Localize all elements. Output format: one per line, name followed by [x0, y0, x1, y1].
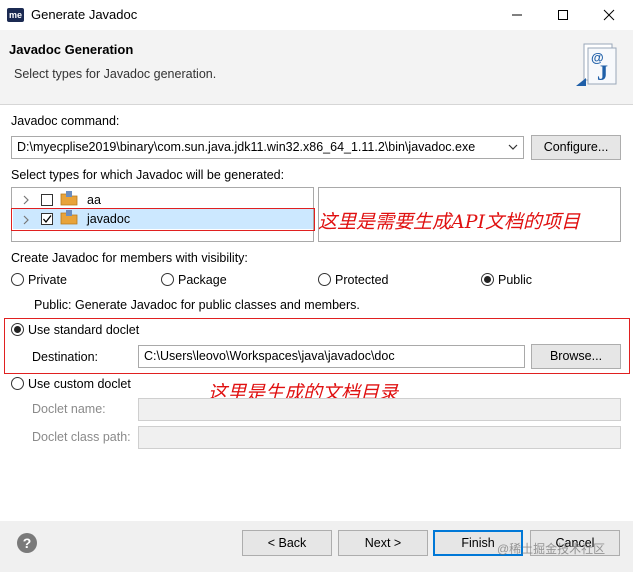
- visibility-description: Public: Generate Javadoc for public clas…: [34, 298, 360, 312]
- doclet-name-input[interactable]: [138, 398, 621, 421]
- annotation-project: 这里是需要生成API文档的项目: [318, 211, 581, 233]
- page-title: Javadoc Generation: [9, 42, 134, 57]
- radio-private[interactable]: [11, 273, 24, 286]
- highlight-box-project: [11, 208, 315, 231]
- radio-standard-doclet[interactable]: [11, 323, 24, 336]
- minimize-icon: [512, 14, 522, 16]
- wizard-header: Javadoc Generation Select types for Java…: [0, 30, 633, 105]
- configure-button[interactable]: Configure...: [531, 135, 621, 160]
- minimize-button[interactable]: [494, 0, 540, 30]
- javadoc-command-select[interactable]: D:\myecplise2019\binary\com.sun.java.jdk…: [11, 136, 524, 159]
- tree-item-aa[interactable]: aa: [87, 193, 101, 207]
- radio-protected[interactable]: [318, 273, 331, 286]
- next-button[interactable]: Next >: [338, 530, 428, 556]
- doclet-class-path-input[interactable]: [138, 426, 621, 449]
- help-icon[interactable]: ?: [16, 532, 38, 554]
- chevron-down-icon: [508, 144, 518, 150]
- doclet-class-path-label: Doclet class path:: [32, 430, 131, 444]
- title-bar: me Generate Javadoc: [0, 0, 633, 30]
- checkbox-aa[interactable]: [41, 194, 53, 206]
- browse-button[interactable]: Browse...: [531, 344, 621, 369]
- radio-package[interactable]: [161, 273, 174, 286]
- folder-icon: [60, 191, 78, 206]
- standard-doclet-label[interactable]: Use standard doclet: [28, 323, 139, 337]
- back-button[interactable]: < Back: [242, 530, 332, 556]
- radio-public[interactable]: [481, 273, 494, 286]
- watermark: @稀土掘金技术社区: [497, 542, 606, 556]
- select-types-label: Select types for which Javadoc will be g…: [11, 168, 285, 182]
- radio-public-label[interactable]: Public: [498, 273, 532, 287]
- maximize-button[interactable]: [540, 0, 586, 30]
- close-icon: [603, 9, 615, 21]
- page-description: Select types for Javadoc generation.: [14, 67, 217, 81]
- maximize-icon: [558, 10, 568, 20]
- svg-text:?: ?: [23, 535, 32, 551]
- svg-text:J: J: [597, 60, 608, 85]
- javadoc-command-value: D:\myecplise2019\binary\com.sun.java.jdk…: [17, 140, 476, 154]
- destination-input[interactable]: C:\Users\leovo\Workspaces\java\javadoc\d…: [138, 345, 525, 368]
- radio-custom-doclet[interactable]: [11, 377, 24, 390]
- myeclipse-app-icon: me: [7, 8, 24, 22]
- destination-label: Destination:: [32, 350, 99, 364]
- javadoc-command-label: Javadoc command:: [11, 114, 120, 128]
- custom-doclet-label[interactable]: Use custom doclet: [28, 377, 131, 391]
- doclet-name-label: Doclet name:: [32, 402, 106, 416]
- expand-chevron-icon[interactable]: [22, 195, 30, 205]
- radio-package-label[interactable]: Package: [178, 273, 227, 287]
- visibility-label: Create Javadoc for members with visibili…: [11, 251, 248, 265]
- destination-value: C:\Users\leovo\Workspaces\java\javadoc\d…: [144, 349, 395, 363]
- close-button[interactable]: [586, 0, 632, 30]
- javadoc-wizard-icon: @ J: [576, 43, 617, 86]
- radio-private-label[interactable]: Private: [28, 273, 67, 287]
- window-title: Generate Javadoc: [31, 7, 138, 22]
- radio-protected-label[interactable]: Protected: [335, 273, 389, 287]
